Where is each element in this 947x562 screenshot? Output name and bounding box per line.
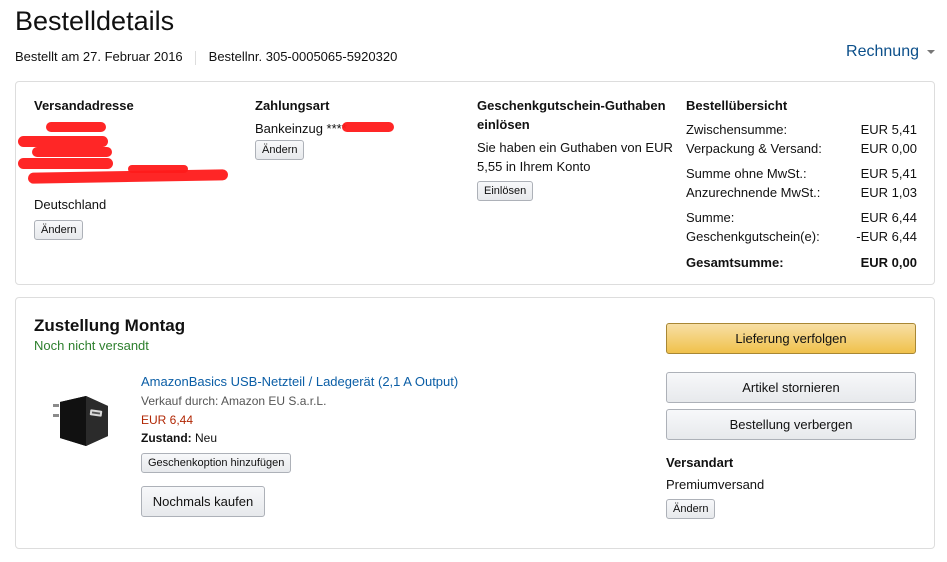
summary-label: Zwischensumme: (686, 122, 788, 137)
summary-value: EUR 5,41 (860, 166, 917, 181)
change-address-button[interactable]: Ändern (34, 220, 84, 240)
summary-label: Summe: (686, 210, 735, 225)
meta-divider (194, 50, 196, 65)
shipping-type-heading: Versandart (666, 455, 734, 470)
gift-card-heading-2: einlösen (477, 117, 530, 132)
gift-option-button[interactable]: Geschenkoption hinzufügen (141, 453, 292, 473)
condition-value: Neu (195, 431, 218, 445)
summary-heading: Bestellübersicht (686, 98, 788, 113)
chevron-down-icon (927, 49, 935, 54)
summary-label: Verpackung & Versand: (686, 141, 822, 156)
change-payment-button[interactable]: Ändern (255, 140, 305, 160)
cancel-items-button[interactable]: Artikel stornieren (666, 372, 916, 403)
payment-method: Bankeinzug **** (255, 121, 347, 136)
summary-row: Verpackung & Versand: EUR 0,00 (686, 139, 917, 158)
invoice-dropdown[interactable]: Rechnung (846, 42, 935, 62)
product-title-link[interactable]: AmazonBasics USB-Netzteil / Ladegerät (2… (141, 373, 458, 391)
payment-heading: Zahlungsart (255, 98, 330, 113)
summary-value: EUR 0,00 (860, 141, 917, 156)
summary-total-label: Gesamtsumme: (686, 255, 784, 270)
shipping-country: Deutschland (34, 197, 107, 212)
redacted-address (18, 119, 229, 194)
invoice-link[interactable]: Rechnung (846, 43, 919, 60)
gift-card-balance-1: Sie haben ein Guthaben von EUR (477, 140, 673, 155)
shipment-box: Zustellung Montag Noch nicht versandt Am… (15, 297, 935, 549)
order-number: Bestellnr. 305-0005065-5920320 (208, 49, 398, 64)
track-delivery-button[interactable]: Lieferung verfolgen (666, 323, 916, 354)
summary-value: EUR 1,03 (860, 185, 917, 200)
redacted-account (342, 122, 394, 132)
summary-total-value: EUR 0,00 (860, 255, 917, 270)
redeem-button[interactable]: Einlösen (477, 181, 534, 201)
product-price: EUR 6,44 (141, 413, 194, 427)
summary-label: Geschenkgutschein(e): (686, 229, 820, 244)
summary-row: Geschenkgutschein(e): -EUR 6,44 (686, 227, 917, 246)
summary-value: -EUR 6,44 (856, 229, 917, 244)
buy-again-button[interactable]: Nochmals kaufen (141, 486, 265, 517)
summary-row: Summe: EUR 6,44 (686, 208, 917, 227)
summary-total-row: Gesamtsumme: EUR 0,00 (686, 253, 917, 272)
summary-row: Zwischensumme: EUR 5,41 (686, 120, 917, 139)
shipping-address-heading: Versandadresse (34, 98, 134, 113)
summary-table: Zwischensumme: EUR 5,41 Verpackung & Vers… (686, 120, 917, 272)
product-condition: Zustand: Neu (141, 430, 217, 447)
summary-row: Anzurechnende MwSt.: EUR 1,03 (686, 183, 917, 202)
shipping-type: Premiumversand (666, 477, 765, 492)
shipment-status: Noch nicht versandt (34, 338, 149, 353)
summary-label: Summe ohne MwSt.: (686, 166, 807, 181)
page-title: Bestelldetails (15, 6, 175, 36)
order-info-box: Versandadresse Deutschland Ändern Zahlun… (15, 81, 935, 285)
gift-card-heading-1: Geschenkgutschein-Guthaben (477, 98, 666, 113)
product-image[interactable] (50, 392, 114, 450)
shipment-heading: Zustellung Montag (34, 316, 186, 335)
order-meta: Bestellt am 27. Februar 2016 Bestellnr. 3… (15, 49, 397, 65)
condition-label: Zustand: (141, 431, 192, 445)
summary-row: Summe ohne MwSt.: EUR 5,41 (686, 164, 917, 183)
change-shipping-type-button[interactable]: Ändern (666, 499, 716, 519)
summary-label: Anzurechnende MwSt.: (686, 185, 821, 200)
hide-order-button[interactable]: Bestellung verbergen (666, 409, 916, 440)
usb-charger-icon (53, 396, 108, 446)
product-seller: Verkauf durch: Amazon EU S.a.r.L. (141, 394, 327, 408)
order-date: Bestellt am 27. Februar 2016 (15, 49, 183, 64)
summary-value: EUR 5,41 (860, 122, 917, 137)
gift-card-balance-2: 5,55 in Ihrem Konto (477, 159, 591, 174)
summary-value: EUR 6,44 (860, 210, 917, 225)
